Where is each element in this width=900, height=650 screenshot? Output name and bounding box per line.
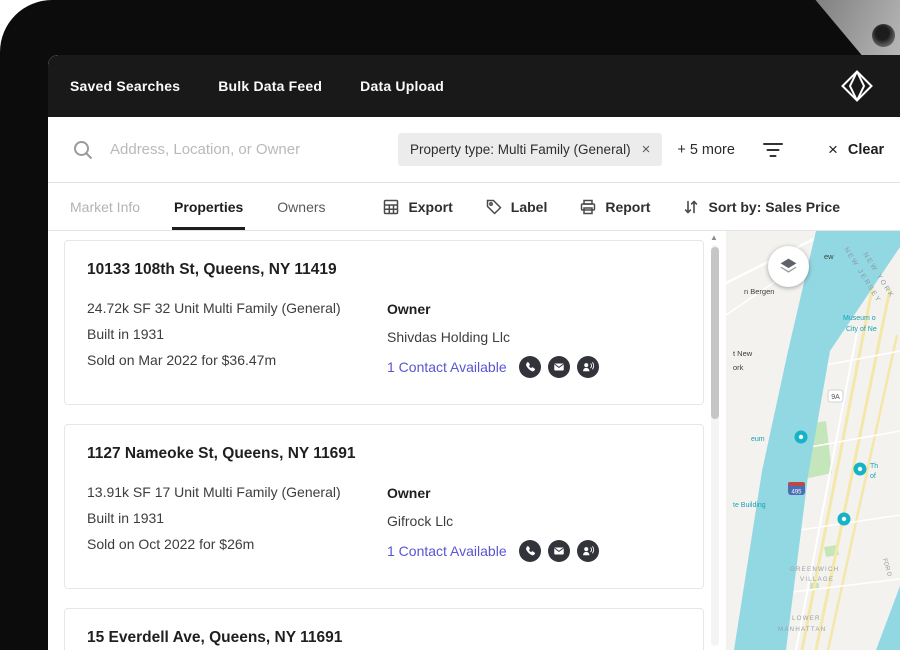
svg-text:ew: ew <box>824 252 834 261</box>
tabs-toolbar: Market Info Properties Owners Export <box>48 183 900 231</box>
tab-market-info[interactable]: Market Info <box>68 183 142 230</box>
property-size: 24.72k SF 32 Unit Multi Family (General) <box>87 295 387 321</box>
label-button[interactable]: Label <box>485 198 548 216</box>
svg-text:eum: eum <box>751 436 765 443</box>
svg-text:of: of <box>870 473 876 480</box>
property-facts: 13.91k SF 17 Unit Multi Family (General)… <box>87 479 387 562</box>
map-pin-building[interactable] <box>838 513 851 526</box>
property-card[interactable]: 15 Everdell Ave, Queens, NY 11691 <box>64 608 704 650</box>
svg-text:ork: ork <box>733 363 744 372</box>
property-built: Built in 1931 <box>87 321 387 347</box>
svg-text:City of Ne: City of Ne <box>846 326 877 333</box>
email-icon[interactable] <box>548 356 570 378</box>
filter-chip-property-type[interactable]: Property type: Multi Family (General) × <box>398 133 662 166</box>
phone-icon[interactable] <box>519 356 541 378</box>
svg-text:GREENWICH: GREENWICH <box>790 566 839 573</box>
app-screen: Saved Searches Bulk Data Feed Data Uploa… <box>48 55 900 650</box>
property-card[interactable]: 10133 108th St, Queens, NY 11419 24.72k … <box>64 240 704 405</box>
tag-icon <box>485 198 503 216</box>
nav-bulk-data-feed[interactable]: Bulk Data Feed <box>218 78 322 94</box>
svg-text:LOWER: LOWER <box>792 615 821 622</box>
list-scrollbar[interactable]: ▲ <box>706 231 726 650</box>
owner-name: Shivdas Holding Llc <box>387 323 599 351</box>
search-icon <box>72 139 94 161</box>
export-spreadsheet-icon <box>382 198 400 216</box>
person-signal-icon[interactable] <box>577 540 599 562</box>
owner-name: Gifrock Llc <box>387 507 599 535</box>
property-card[interactable]: 1127 Nameoke St, Queens, NY 11691 13.91k… <box>64 424 704 589</box>
property-sold: Sold on Mar 2022 for $36.47m <box>87 347 387 373</box>
phone-icon[interactable] <box>519 540 541 562</box>
report-label: Report <box>605 199 650 215</box>
map-pin-museum[interactable] <box>795 431 808 444</box>
owner-column: Owner Shivdas Holding Llc 1 Contact Avai… <box>387 295 599 378</box>
printer-icon <box>579 198 597 216</box>
owner-heading: Owner <box>387 479 599 507</box>
result-tabs: Market Info Properties Owners <box>68 183 328 230</box>
contact-available-link[interactable]: 1 Contact Available <box>387 543 507 559</box>
map-layers-button[interactable] <box>768 246 809 287</box>
property-list: 10133 108th St, Queens, NY 11419 24.72k … <box>48 231 706 650</box>
sort-label: Sort by: Sales Price <box>708 199 840 215</box>
tab-properties[interactable]: Properties <box>172 183 245 230</box>
map-panel[interactable]: 9A 495 <box>726 231 900 650</box>
tab-owners[interactable]: Owners <box>275 183 327 230</box>
owner-column: Owner Gifrock Llc 1 Contact Available <box>387 479 599 562</box>
map-pin-poi[interactable] <box>854 463 867 476</box>
property-facts: 24.72k SF 32 Unit Multi Family (General)… <box>87 295 387 378</box>
search-input[interactable] <box>108 140 368 159</box>
brand-logo-icon[interactable] <box>840 69 874 103</box>
clear-filters-button[interactable]: × Clear <box>828 141 884 158</box>
property-built: Built in 1931 <box>87 505 387 531</box>
clear-x-icon: × <box>828 141 838 158</box>
svg-text:Th: Th <box>870 463 878 470</box>
scrollbar-thumb[interactable] <box>711 247 719 419</box>
owner-heading: Owner <box>387 295 599 323</box>
sort-button[interactable]: Sort by: Sales Price <box>682 198 840 216</box>
report-button[interactable]: Report <box>579 198 650 216</box>
contact-row: 1 Contact Available <box>387 540 599 562</box>
label-label: Label <box>511 199 548 215</box>
device-camera <box>872 24 895 47</box>
clear-label: Clear <box>848 142 884 158</box>
scrollbar-up-arrow[interactable]: ▲ <box>710 233 718 242</box>
nav-saved-searches[interactable]: Saved Searches <box>70 78 180 94</box>
search-filter-bar: Property type: Multi Family (General) × … <box>48 117 900 183</box>
route-9a-shield: 9A <box>828 390 843 402</box>
layers-icon <box>778 256 799 277</box>
property-address[interactable]: 10133 108th St, Queens, NY 11419 <box>87 261 681 279</box>
top-nav-links: Saved Searches Bulk Data Feed Data Uploa… <box>70 78 444 94</box>
property-address[interactable]: 15 Everdell Ave, Queens, NY 11691 <box>87 629 681 647</box>
sort-arrows-icon <box>682 198 700 216</box>
person-signal-icon[interactable] <box>577 356 599 378</box>
property-sold: Sold on Oct 2022 for $26m <box>87 531 387 557</box>
export-button[interactable]: Export <box>382 198 452 216</box>
chip-remove-icon[interactable]: × <box>642 142 651 157</box>
svg-text:VILLAGE: VILLAGE <box>800 576 834 583</box>
top-navigation: Saved Searches Bulk Data Feed Data Uploa… <box>48 55 900 117</box>
device-mockup: Saved Searches Bulk Data Feed Data Uploa… <box>0 0 900 650</box>
svg-text:te Building: te Building <box>733 502 766 509</box>
email-icon[interactable] <box>548 540 570 562</box>
filter-chip-label: Property type: Multi Family (General) <box>410 142 631 157</box>
property-size: 13.91k SF 17 Unit Multi Family (General) <box>87 479 387 505</box>
filter-sliders-icon[interactable] <box>762 140 784 160</box>
contact-available-link[interactable]: 1 Contact Available <box>387 359 507 375</box>
svg-text:MANHATTAN: MANHATTAN <box>778 626 826 633</box>
main-content: 10133 108th St, Queens, NY 11419 24.72k … <box>48 231 900 650</box>
svg-text:495: 495 <box>791 490 802 496</box>
contact-row: 1 Contact Available <box>387 356 599 378</box>
interstate-495-shield: 495 <box>788 482 805 496</box>
export-label: Export <box>408 199 452 215</box>
svg-text:n Bergen: n Bergen <box>744 287 774 296</box>
svg-text:Museum o: Museum o <box>843 315 876 322</box>
property-address[interactable]: 1127 Nameoke St, Queens, NY 11691 <box>87 445 681 463</box>
more-filters-link[interactable]: + 5 more <box>677 142 735 158</box>
nav-data-upload[interactable]: Data Upload <box>360 78 444 94</box>
svg-text:9A: 9A <box>831 394 840 401</box>
toolbar-actions: Export Label Report <box>382 183 840 230</box>
svg-text:t New: t New <box>733 349 753 358</box>
